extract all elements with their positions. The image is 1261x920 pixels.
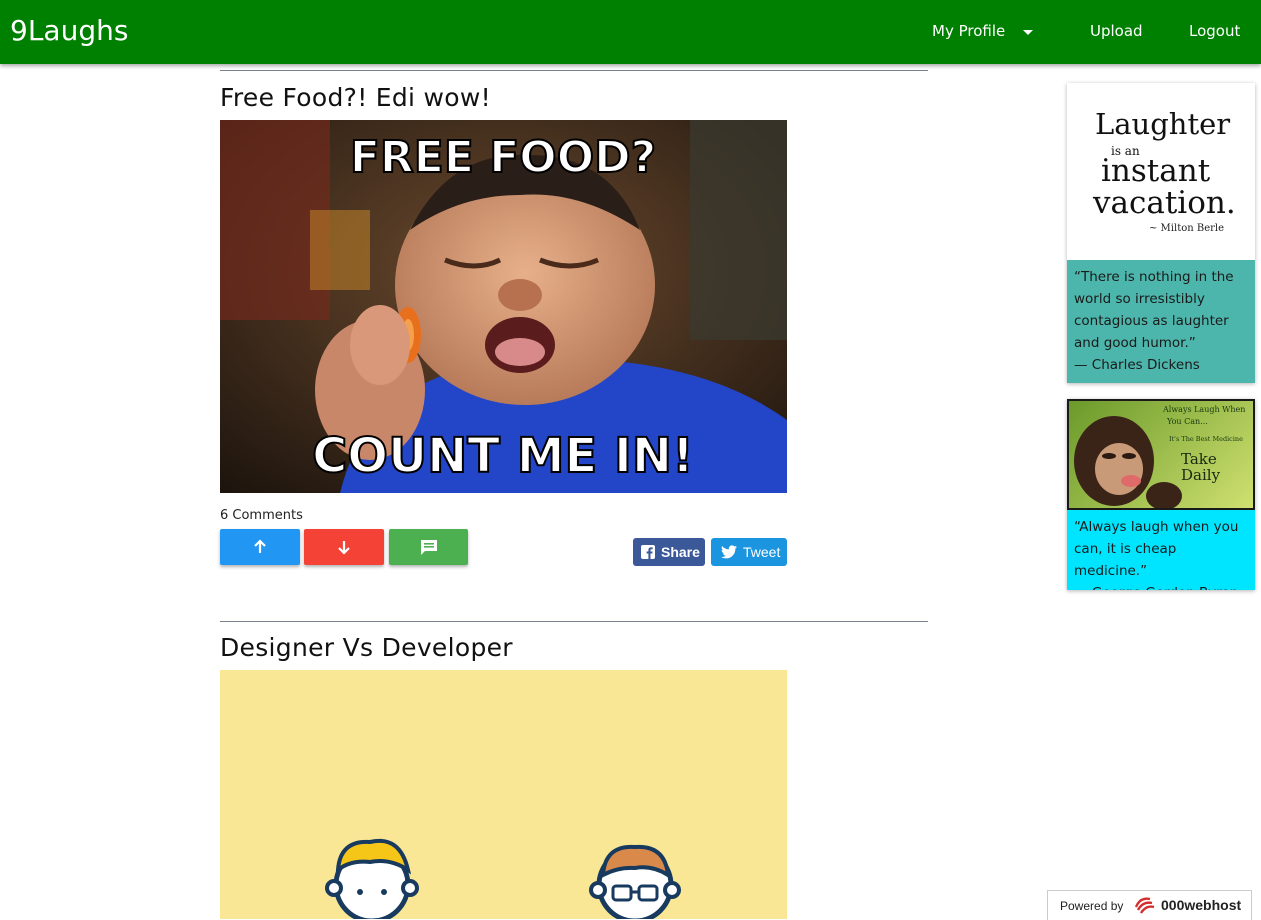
navbar: 9Laughs My Profile Upload Logout [0, 0, 1261, 64]
quote-image-line: Take Daily [1181, 450, 1221, 484]
quote-text: “Always laugh when you can, it is cheap … [1067, 510, 1255, 590]
share-label: Share [661, 544, 700, 560]
powered-by-badge[interactable]: Powered by 000webhost [1047, 890, 1252, 920]
quote-image-line: instant [1101, 153, 1211, 189]
post-title[interactable]: Designer Vs Developer [220, 632, 513, 664]
webhost-logo-icon [1134, 897, 1155, 914]
comments-count[interactable]: 6 Comments [220, 507, 303, 525]
my-profile-menu[interactable]: My Profile [932, 20, 1005, 42]
facebook-icon [641, 545, 655, 559]
meme-bottom-text: COUNT ME IN! [312, 428, 694, 484]
meme-photo: FREE FOOD? COUNT ME IN! [220, 120, 787, 493]
quote-card: Laughter is an instant vacation. ~ Milto… [1067, 83, 1255, 383]
quote-text: “There is nothing in the world so irresi… [1067, 260, 1255, 383]
post-divider [220, 621, 928, 622]
upload-link[interactable]: Upload [1090, 20, 1143, 42]
upvote-button[interactable] [220, 529, 300, 565]
quote-author: — George Gordon Byron [1074, 582, 1248, 590]
meme-top-text: FREE FOOD? [350, 132, 656, 183]
quote-image-line: Always Laugh When [1163, 405, 1246, 414]
post-divider [220, 70, 928, 71]
arrow-up-icon [254, 539, 266, 553]
quote-image-line: vacation. [1093, 185, 1236, 221]
tweet-label: Tweet [743, 544, 781, 560]
quote-body: “There is nothing in the world so irresi… [1074, 269, 1234, 351]
twitter-tweet-button[interactable]: Tweet [711, 538, 787, 566]
facebook-share-button[interactable]: Share [633, 538, 705, 566]
comment-button[interactable] [389, 529, 468, 565]
post-title[interactable]: Free Food?! Edi wow! [220, 82, 491, 114]
quote-author: — Charles Dickens [1074, 357, 1200, 373]
designer-vs-developer-illustration [325, 838, 681, 919]
arrow-down-icon [338, 541, 350, 555]
logout-link[interactable]: Logout [1189, 20, 1240, 42]
powered-by-label: Powered by [1060, 899, 1124, 913]
quote-card: Always Laugh When You Can... It's The Be… [1067, 399, 1255, 590]
quote-image-line: Laughter [1095, 107, 1231, 141]
quote-image: Always Laugh When You Can... It's The Be… [1067, 399, 1255, 510]
quote-image-line: You Can... [1167, 417, 1208, 426]
quote-image: Laughter is an instant vacation. ~ Milto… [1067, 83, 1255, 260]
downvote-button[interactable] [304, 529, 384, 565]
webhost-name: 000webhost [1161, 897, 1242, 913]
chevron-down-icon[interactable] [1023, 30, 1033, 35]
quote-image-line: It's The Best Medicine [1169, 435, 1243, 443]
brand-logo[interactable]: 9Laughs [10, 11, 128, 51]
quote-body: “Always laugh when you can, it is cheap … [1074, 519, 1239, 579]
twitter-icon [721, 545, 737, 559]
comment-icon [420, 540, 437, 555]
quote-image-author: ~ Milton Berle [1149, 223, 1225, 234]
post-image[interactable]: FREE FOOD? COUNT ME IN! [220, 120, 787, 493]
post-image[interactable] [220, 670, 787, 919]
